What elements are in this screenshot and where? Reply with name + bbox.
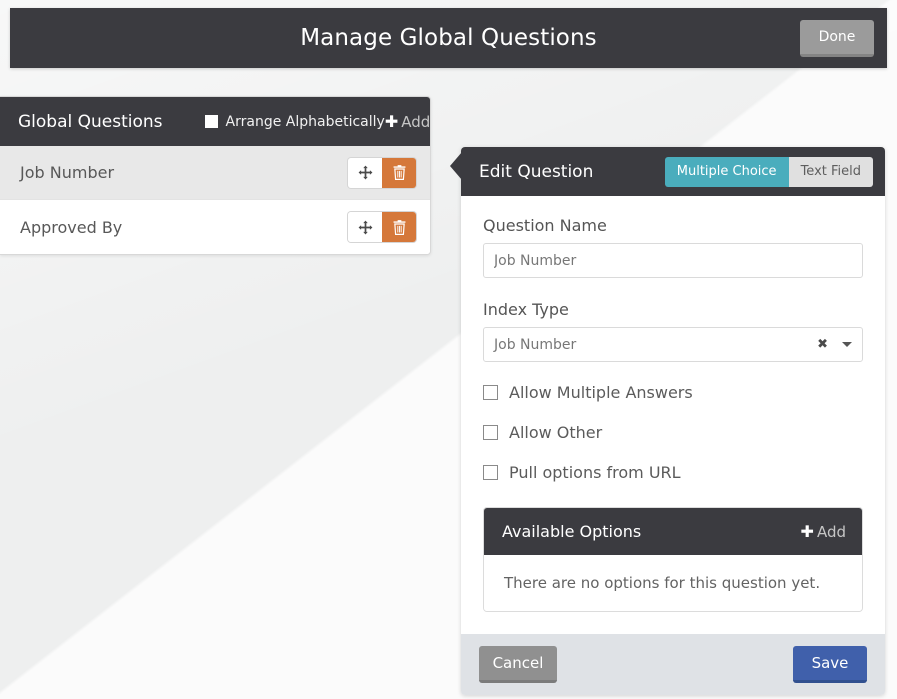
save-button[interactable]: Save <box>793 646 867 683</box>
cancel-button[interactable]: Cancel <box>479 646 557 683</box>
allow-multiple-answers-checkbox[interactable]: Allow Multiple Answers <box>483 383 863 402</box>
allow-multiple-answers-label: Allow Multiple Answers <box>509 383 693 402</box>
question-row-actions <box>348 157 416 188</box>
pointer-notch-icon <box>450 152 462 180</box>
available-options-title: Available Options <box>502 522 642 541</box>
trash-icon[interactable] <box>382 157 416 188</box>
app-header: Manage Global Questions Done <box>10 8 887 68</box>
done-button[interactable]: Done <box>800 20 874 57</box>
question-list-item-approved-by[interactable]: Approved By <box>0 200 430 254</box>
allow-other-label: Allow Other <box>509 423 603 442</box>
add-global-question-label: Add <box>401 112 431 131</box>
plus-icon: ✚ <box>800 521 814 541</box>
move-icon[interactable] <box>348 157 382 188</box>
plus-icon: ✚ <box>384 111 399 131</box>
question-list-item-job-number[interactable]: Job Number <box>0 146 430 200</box>
add-option-label: Add <box>816 522 846 541</box>
tab-text-field[interactable]: Text Field <box>788 156 873 187</box>
checkbox-square-icon <box>483 465 498 480</box>
index-type-field-label: Index Type <box>483 300 569 319</box>
available-options-empty-message: There are no options for this question y… <box>484 555 862 611</box>
add-option-button[interactable]: ✚ Add <box>801 523 846 541</box>
tab-multiple-choice[interactable]: Multiple Choice <box>664 156 789 187</box>
chevron-down-icon[interactable] <box>842 342 852 347</box>
global-questions-panel: Global Questions Arrange Alphabetically … <box>0 96 431 255</box>
question-name-input[interactable] <box>483 243 863 278</box>
edit-question-title: Edit Question <box>479 161 594 182</box>
global-questions-header: Global Questions Arrange Alphabetically … <box>0 97 430 146</box>
checkbox-square-icon <box>483 425 498 440</box>
trash-icon[interactable] <box>382 212 416 242</box>
edit-question-footer: Cancel Save <box>461 634 885 695</box>
allow-other-checkbox[interactable]: Allow Other <box>483 423 863 442</box>
question-name-label: Job Number <box>20 163 115 182</box>
available-options-card: Available Options ✚ Add There are no opt… <box>483 507 863 612</box>
move-icon[interactable] <box>348 212 382 242</box>
arrange-alphabetically-checkbox[interactable]: Arrange Alphabetically <box>204 113 385 130</box>
question-name-label: Approved By <box>20 217 123 237</box>
clear-icon[interactable]: ✖ <box>817 337 830 352</box>
pull-options-from-url-label: Pull options from URL <box>509 463 681 482</box>
question-row-actions <box>348 212 416 242</box>
add-global-question-button[interactable]: ✚ Add <box>385 113 430 131</box>
page-title: Manage Global Questions <box>300 25 597 51</box>
edit-question-body: Question Name Index Type Job Number ✖ Al… <box>461 196 885 634</box>
pull-options-from-url-checkbox[interactable]: Pull options from URL <box>483 463 863 482</box>
edit-question-header: Edit Question Multiple Choice Text Field <box>450 147 885 196</box>
index-type-select[interactable]: Job Number ✖ <box>483 327 863 362</box>
arrange-alphabetically-label: Arrange Alphabetically <box>225 113 385 130</box>
checkbox-square-icon <box>483 385 498 400</box>
question-type-toggle: Multiple Choice Text Field <box>664 156 873 187</box>
checkbox-square-icon <box>204 115 218 128</box>
global-questions-title: Global Questions <box>18 111 163 132</box>
edit-question-panel: Edit Question Multiple Choice Text Field… <box>450 147 885 695</box>
index-type-value: Job Number <box>494 336 577 353</box>
available-options-header: Available Options ✚ Add <box>484 508 862 555</box>
question-name-field-label: Question Name <box>483 216 607 235</box>
